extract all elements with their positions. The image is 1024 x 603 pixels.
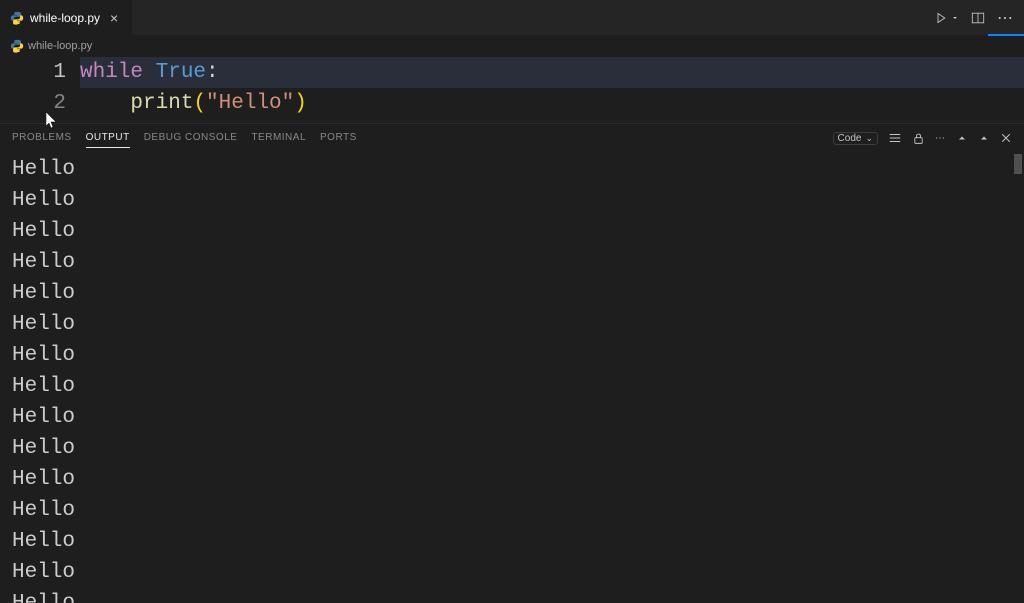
close-tab-icon[interactable]: × bbox=[106, 10, 122, 26]
editor-accent-line bbox=[988, 34, 1024, 36]
line-gutter: 1 2 bbox=[0, 57, 80, 123]
more-icon[interactable]: ⋯ bbox=[935, 133, 946, 144]
editor-tab-while-loop[interactable]: while-loop.py × bbox=[0, 0, 133, 35]
more-actions-icon[interactable]: ⋯ bbox=[997, 8, 1014, 28]
output-channel-label: Code bbox=[838, 133, 862, 144]
output-line: Hello bbox=[12, 464, 1012, 495]
output-line: Hello bbox=[12, 371, 1012, 402]
python-icon bbox=[10, 11, 24, 25]
output-line: Hello bbox=[12, 588, 1012, 603]
code-line-2[interactable]: print("Hello") bbox=[80, 88, 1024, 119]
tab-terminal[interactable]: TERMINAL bbox=[251, 128, 306, 148]
close-panel-icon[interactable] bbox=[1000, 132, 1012, 144]
tab-problems[interactable]: PROBLEMS bbox=[12, 128, 72, 148]
output-line: Hello bbox=[12, 216, 1012, 247]
tab-ports[interactable]: PORTS bbox=[320, 128, 357, 148]
breadcrumb-filename: while-loop.py bbox=[28, 40, 92, 52]
python-icon bbox=[10, 39, 24, 53]
output-line: Hello bbox=[12, 402, 1012, 433]
tab-filename: while-loop.py bbox=[30, 11, 100, 25]
maximize-panel-icon[interactable] bbox=[978, 132, 990, 144]
line-number: 2 bbox=[0, 88, 66, 119]
lock-scroll-icon[interactable] bbox=[912, 132, 925, 145]
code-content[interactable]: while True: print("Hello") bbox=[80, 57, 1024, 123]
output-line: Hello bbox=[12, 495, 1012, 526]
output-line: Hello bbox=[12, 557, 1012, 588]
tab-debug-console[interactable]: DEBUG CONSOLE bbox=[144, 128, 238, 148]
output-line: Hello bbox=[12, 185, 1012, 216]
output-line: Hello bbox=[12, 433, 1012, 464]
output-line: Hello bbox=[12, 526, 1012, 557]
bottom-panel: PROBLEMS OUTPUT DEBUG CONSOLE TERMINAL P… bbox=[0, 123, 1024, 603]
run-icon[interactable] bbox=[935, 12, 947, 24]
collapse-panel-icon[interactable] bbox=[956, 132, 968, 144]
output-line: Hello bbox=[12, 247, 1012, 278]
line-number: 1 bbox=[0, 57, 66, 88]
filter-icon[interactable] bbox=[888, 131, 902, 145]
output-line: Hello bbox=[12, 309, 1012, 340]
output-content[interactable]: HelloHelloHelloHelloHelloHelloHelloHello… bbox=[0, 152, 1024, 603]
breadcrumb[interactable]: while-loop.py bbox=[0, 35, 1024, 57]
output-line: Hello bbox=[12, 340, 1012, 371]
output-line: Hello bbox=[12, 278, 1012, 309]
run-dropdown-icon[interactable] bbox=[951, 14, 959, 22]
tab-output[interactable]: OUTPUT bbox=[86, 128, 130, 148]
output-line: Hello bbox=[12, 154, 1012, 185]
code-line-1[interactable]: while True: bbox=[80, 57, 1024, 88]
output-channel-selector[interactable]: Code ⌄ bbox=[833, 132, 878, 145]
split-editor-icon[interactable] bbox=[971, 11, 985, 25]
chevron-down-icon: ⌄ bbox=[865, 133, 873, 144]
code-editor[interactable]: 1 2 while True: print("Hello") bbox=[0, 57, 1024, 123]
scrollbar-thumb[interactable] bbox=[1014, 154, 1022, 174]
